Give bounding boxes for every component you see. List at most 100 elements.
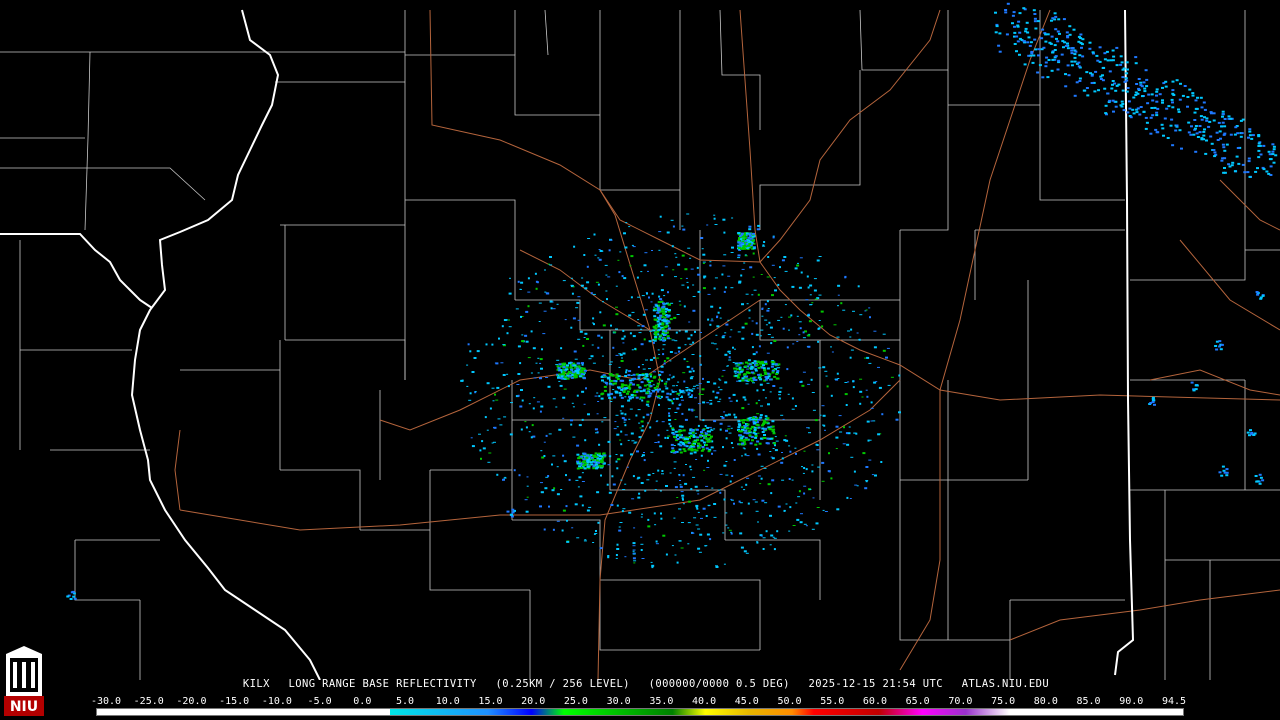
echo-pixel [632,390,636,393]
echo-pixel [713,382,717,385]
echo-pixel [609,392,613,395]
echo-pixel [806,275,809,278]
echo-pixel [665,307,669,310]
echo-pixel [655,540,658,543]
echo-pixel [661,470,664,472]
echo-pixel [764,502,768,504]
echo-pixel [641,558,645,559]
echo-pixel [572,406,575,408]
echo-pixel [1167,105,1171,108]
echo-pixel [723,411,726,413]
echo-pixel [744,436,748,439]
echo-pixel [877,433,881,436]
echo-pixel [874,474,877,477]
echo-pixel [648,296,650,299]
echo-pixel [666,392,670,395]
echo-pixel [1271,153,1275,156]
echo-pixel [1235,155,1239,158]
echo-pixel [747,502,750,505]
echo-pixel [739,430,743,433]
echo-pixel [695,504,699,507]
echo-pixel [695,524,699,526]
echo-pixel [679,451,683,454]
echo-pixel [646,292,648,295]
echo-pixel [686,281,689,283]
echo-pixel [667,327,671,330]
echo-pixel [664,436,667,439]
echo-pixel [1255,480,1259,483]
echo-pixel [722,369,726,371]
echo-pixel [583,337,586,338]
echo-pixel [648,394,652,397]
echo-pixel [1073,56,1077,59]
echo-pixel [691,431,695,434]
echo-pixel [548,433,552,435]
echo-pixel [642,389,646,392]
echo-pixel [645,359,648,361]
echo-pixel [749,367,753,370]
echo-pixel [746,419,750,422]
echo-pixel [673,467,676,469]
echo-pixel [668,422,671,425]
echo-pixel [1124,77,1128,80]
echo-pixel [1040,37,1044,40]
echo-pixel [760,274,763,275]
echo-pixel [839,431,843,433]
echo-pixel [619,251,622,253]
echo-pixel [1147,93,1151,96]
echo-pixel [540,405,544,408]
echo-pixel [751,235,755,238]
echo-pixel [1223,171,1227,174]
echo-pixel [734,374,738,377]
echo-pixel [509,433,513,436]
colorbar-tick: 60.0 [862,696,887,707]
echo-pixel [650,412,653,414]
echo-pixel [782,418,785,420]
echo-pixel [520,428,523,431]
echo-pixel [678,394,680,396]
echo-pixel [665,322,669,325]
echo-pixel [719,306,722,309]
echo-pixel [674,419,677,420]
echo-pixel [826,385,829,388]
echo-pixel [758,345,761,348]
echo-pixel [745,232,749,235]
echo-pixel [1015,50,1018,53]
echo-pixel [679,485,683,488]
echo-pixel [1073,60,1077,63]
echo-pixel [623,277,627,280]
echo-pixel [524,499,528,501]
echo-pixel [834,378,838,380]
echo-pixel [643,338,646,341]
echo-pixel [818,256,822,257]
echo-pixel [576,453,580,456]
echo-pixel [517,394,520,397]
product-elevation: (000000/0000 0.5 DEG) [648,678,790,690]
reflectivity-colorbar [96,708,1184,716]
echo-pixel [1170,118,1174,121]
echo-pixel [1181,94,1185,97]
echo-pixel [835,436,839,439]
echo-pixel [551,463,553,466]
echo-pixel [1088,41,1092,44]
echo-pixel [859,390,863,393]
echo-pixel [589,461,593,464]
echo-pixel [1248,175,1252,178]
echo-pixel [667,320,671,323]
echo-pixel [741,426,745,429]
echo-pixel [1202,134,1206,137]
echo-pixel [622,329,625,332]
echo-pixel [1163,117,1167,120]
echo-pixel [1261,479,1265,482]
echo-pixel [1187,121,1191,124]
echo-pixel [66,595,70,598]
echo-pixel [732,362,735,363]
echo-pixel [767,334,771,335]
echo-pixel [761,315,764,317]
echo-pixel [665,381,668,383]
echo-pixel [1094,70,1098,73]
echo-pixel [536,281,539,284]
echo-pixel [711,452,713,455]
echo-pixel [1190,125,1193,128]
echo-pixel [668,419,672,421]
